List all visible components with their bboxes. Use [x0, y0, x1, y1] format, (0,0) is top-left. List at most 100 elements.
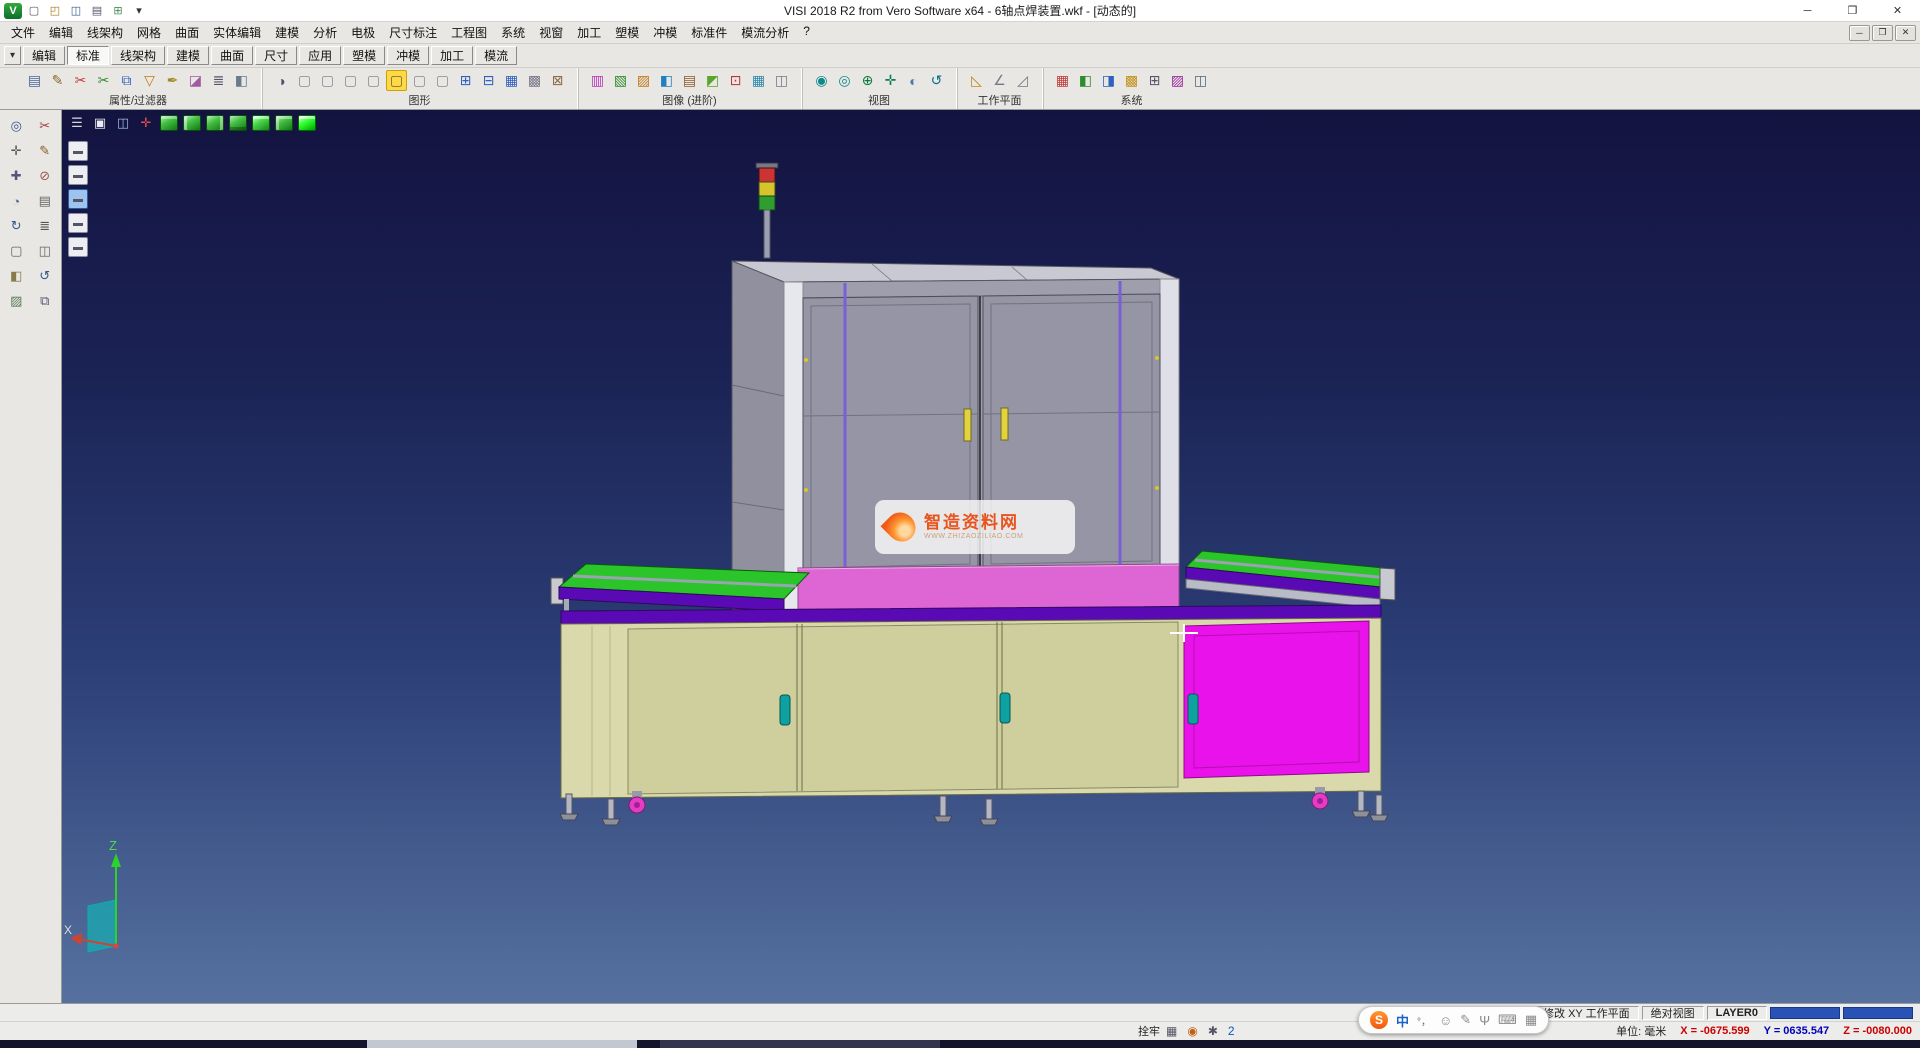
- grid-gold-icon[interactable]: ▩: [1121, 70, 1142, 91]
- pattern-icon[interactable]: ▩: [524, 70, 545, 91]
- select-filter-face[interactable]: ▬: [68, 189, 88, 209]
- pencil-filter-icon[interactable]: ✒: [162, 70, 183, 91]
- menu-item-13[interactable]: 加工: [570, 22, 608, 43]
- menu-item-0[interactable]: 文件: [4, 22, 42, 43]
- transparent-icon[interactable]: ▢: [363, 70, 384, 91]
- tab-9[interactable]: 加工: [431, 46, 473, 65]
- tab-6[interactable]: 应用: [299, 46, 341, 65]
- pan-view-icon[interactable]: ✛: [880, 70, 901, 91]
- dynamic-display-icon[interactable]: ▢: [432, 70, 453, 91]
- texture-icon[interactable]: ▢: [409, 70, 430, 91]
- ime-keyboard-icon[interactable]: ⌨: [1498, 1012, 1517, 1028]
- funnel-icon[interactable]: ▽: [139, 70, 160, 91]
- filter-edit-icon[interactable]: ✎: [47, 70, 68, 91]
- render-red-icon[interactable]: ⊡: [725, 70, 746, 91]
- delete-tool-icon[interactable]: ⊘: [32, 165, 57, 187]
- save-icon[interactable]: ◫: [67, 3, 85, 19]
- base-cabinet[interactable]: [561, 605, 1381, 798]
- menu-item-18[interactable]: ?: [796, 22, 817, 43]
- zoom-in-icon[interactable]: ⊕: [857, 70, 878, 91]
- menu-item-3[interactable]: 网格: [130, 22, 168, 43]
- print-icon[interactable]: ▤: [88, 3, 106, 19]
- view-mode-indicator[interactable]: 绝对视图: [1642, 1006, 1704, 1020]
- select-filter-edge[interactable]: ▬: [68, 237, 88, 257]
- settings-snap-icon[interactable]: ✱: [1208, 1024, 1218, 1038]
- render-lime-icon[interactable]: ◩: [702, 70, 723, 91]
- zoom-tool-icon[interactable]: ◎: [4, 115, 29, 137]
- ime-logo-icon[interactable]: S: [1370, 1011, 1388, 1029]
- layers-icon[interactable]: ≣: [208, 70, 229, 91]
- sketch-tool-icon[interactable]: ✎: [32, 140, 57, 162]
- tab-7[interactable]: 塑模: [343, 46, 385, 65]
- app-logo-icon[interactable]: V: [4, 3, 22, 19]
- tab-5[interactable]: 尺寸: [255, 46, 297, 65]
- menu-item-9[interactable]: 尺寸标注: [382, 22, 444, 43]
- view-menu-icon[interactable]: ☰: [68, 113, 86, 133]
- tab-overflow-button[interactable]: ▾: [4, 46, 21, 65]
- tab-4[interactable]: 曲面: [211, 46, 253, 65]
- mdi-minimize-button[interactable]: ─: [1849, 25, 1870, 41]
- close-button[interactable]: ✕: [1875, 0, 1920, 21]
- tab-3[interactable]: 建模: [167, 46, 209, 65]
- hatch-tool-icon[interactable]: ▨: [4, 290, 29, 312]
- grid-snap-icon[interactable]: ▦: [1166, 1024, 1177, 1038]
- layer-indicator[interactable]: LAYER0: [1707, 1006, 1767, 1020]
- top-view-icon[interactable]: [206, 115, 224, 131]
- rotate-view-icon[interactable]: ◐: [903, 70, 924, 91]
- split-view-icon[interactable]: ◫: [114, 113, 132, 133]
- workplane-view-icon[interactable]: ◿: [1012, 70, 1033, 91]
- axes-toggle-icon[interactable]: ✛: [137, 113, 155, 133]
- workspace-icon[interactable]: ⊞: [109, 3, 127, 19]
- hidden-line-icon[interactable]: ▢: [317, 70, 338, 91]
- render-green-icon[interactable]: ▧: [610, 70, 631, 91]
- highlight-icon[interactable]: ▢: [386, 70, 407, 91]
- menu-item-16[interactable]: 标准件: [684, 22, 734, 43]
- duplicate-tool-icon[interactable]: ⧉: [32, 290, 57, 312]
- tab-8[interactable]: 冲模: [387, 46, 429, 65]
- tower-light[interactable]: [756, 163, 778, 258]
- right-view-icon[interactable]: [252, 115, 270, 131]
- ime-mic-icon[interactable]: Ψ: [1479, 1013, 1490, 1028]
- select-filter-solid[interactable]: ▬: [68, 213, 88, 233]
- right-conveyor[interactable]: [1186, 551, 1395, 608]
- ime-pen-icon[interactable]: ✎: [1460, 1012, 1471, 1028]
- properties-icon[interactable]: ▤: [24, 70, 45, 91]
- dimetric-view-icon[interactable]: [298, 115, 316, 131]
- maximize-button[interactable]: ❐: [1830, 0, 1875, 21]
- prev-view-icon[interactable]: ↺: [926, 70, 947, 91]
- globe-icon[interactable]: ◨: [1098, 70, 1119, 91]
- ime-punct-icon[interactable]: °，: [1417, 1013, 1431, 1028]
- ime-emoji-icon[interactable]: ☺: [1439, 1013, 1452, 1028]
- trim-tool-icon[interactable]: ✂: [32, 115, 57, 137]
- mdi-restore-button[interactable]: ❐: [1872, 25, 1893, 41]
- menu-item-11[interactable]: 系统: [494, 22, 532, 43]
- menu-item-15[interactable]: 冲模: [646, 22, 684, 43]
- sheet-tool-icon[interactable]: ▤: [32, 190, 57, 212]
- calc-icon[interactable]: ⊞: [1144, 70, 1165, 91]
- machine-3d-scene[interactable]: Z X: [62, 110, 1920, 1003]
- mdi-close-button[interactable]: ✕: [1895, 25, 1916, 41]
- cells-icon[interactable]: ▦: [501, 70, 522, 91]
- open-file-icon[interactable]: ◰: [46, 3, 64, 19]
- workplane-align-icon[interactable]: ∠: [989, 70, 1010, 91]
- menu-item-2[interactable]: 线架构: [80, 22, 130, 43]
- ime-lang-icon[interactable]: 中: [1396, 1011, 1409, 1030]
- ramp-icon[interactable]: ◫: [1190, 70, 1211, 91]
- copy-tool-icon[interactable]: ◫: [32, 240, 57, 262]
- eraser-icon[interactable]: ◪: [185, 70, 206, 91]
- render-bars-icon[interactable]: ▥: [587, 70, 608, 91]
- menu-item-10[interactable]: 工程图: [444, 22, 494, 43]
- select-filter-all[interactable]: ▬: [68, 141, 88, 161]
- menu-item-6[interactable]: 建模: [268, 22, 306, 43]
- tab-10[interactable]: 模流: [475, 46, 517, 65]
- render-blue-icon[interactable]: ◧: [656, 70, 677, 91]
- current-color-swatch[interactable]: [1770, 1007, 1840, 1019]
- tab-2[interactable]: 线架构: [111, 46, 165, 65]
- menu-item-5[interactable]: 实体编辑: [206, 22, 268, 43]
- magenta-grid-icon[interactable]: ▨: [1167, 70, 1188, 91]
- monitor-icon[interactable]: ◧: [1075, 70, 1096, 91]
- menu-item-14[interactable]: 塑模: [608, 22, 646, 43]
- new-file-icon[interactable]: ▢: [25, 3, 43, 19]
- edge-display-icon[interactable]: ▢: [294, 70, 315, 91]
- menu-item-4[interactable]: 曲面: [168, 22, 206, 43]
